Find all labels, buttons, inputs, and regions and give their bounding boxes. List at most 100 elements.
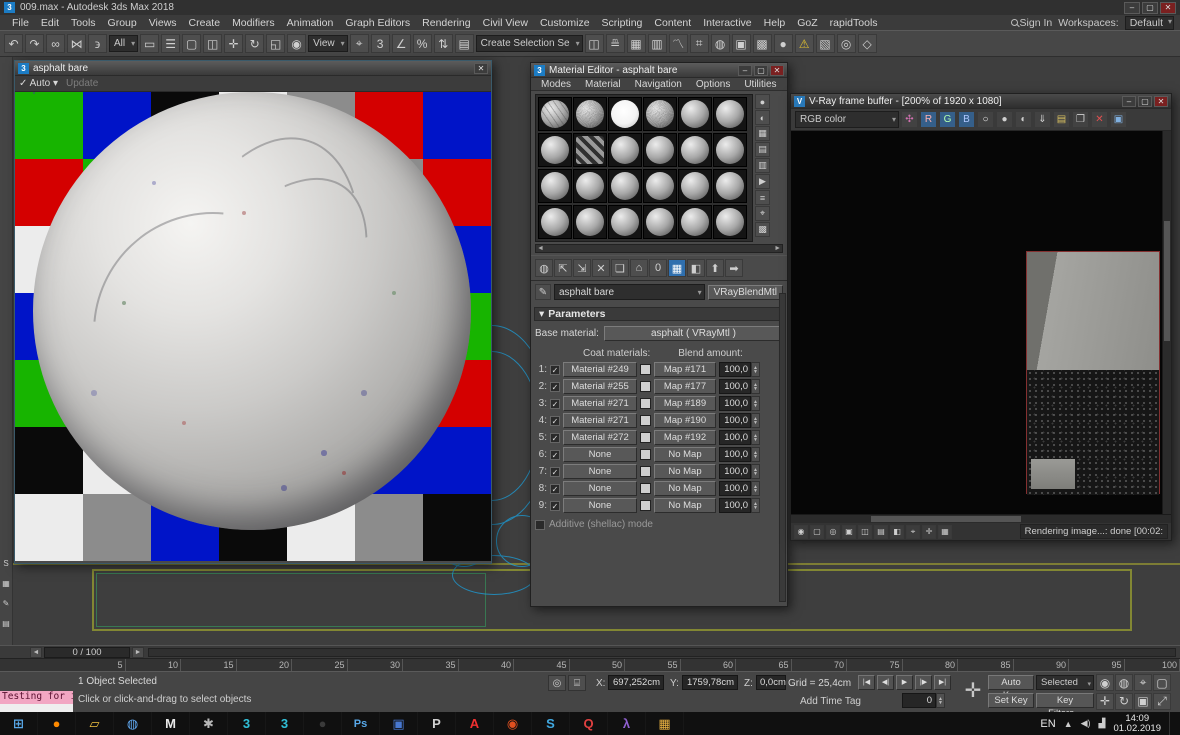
blend-color-swatch[interactable] xyxy=(640,415,651,426)
select-and-link-icon[interactable]: ∞ xyxy=(46,34,65,53)
vray-render-canvas[interactable] xyxy=(791,131,1171,514)
realeye-icon[interactable]: ◉ xyxy=(494,712,532,735)
spinner-arrows-icon[interactable]: ▲▼ xyxy=(751,379,760,394)
me-maximize-button[interactable]: ▢ xyxy=(754,65,768,76)
clock[interactable]: 14:09 01.02.2019 xyxy=(1113,714,1161,734)
isolate-selection-icon[interactable]: ◎ xyxy=(548,675,566,691)
undo-icon[interactable]: ↶ xyxy=(4,34,23,53)
region-render-icon[interactable]: ▢ xyxy=(810,525,824,539)
show-color-corrections-icon[interactable]: ✣ xyxy=(901,111,918,128)
sign-in[interactable]: Sign In xyxy=(1011,17,1053,29)
sample-tiling-icon[interactable]: ▤ xyxy=(755,142,770,157)
vray-minimize-button[interactable]: – xyxy=(1122,96,1136,107)
put-material-icon[interactable]: ⇱ xyxy=(554,259,572,277)
sample-slot[interactable] xyxy=(713,205,747,239)
stamp-icon[interactable]: ▣ xyxy=(1110,111,1127,128)
me-close-button[interactable]: ✕ xyxy=(770,65,784,76)
x-coordinate-field[interactable]: 697,252cm xyxy=(608,675,664,690)
behance-icon[interactable]: ▣ xyxy=(380,712,418,735)
workspace-dropdown[interactable]: Default xyxy=(1125,16,1174,30)
coat-material-button[interactable]: Material #255 xyxy=(563,379,637,394)
blend-map-button[interactable]: Map #171 xyxy=(654,362,716,377)
menu-rendering[interactable]: Rendering xyxy=(416,17,476,29)
sample-slot[interactable] xyxy=(643,169,677,203)
coat-enable-checkbox[interactable]: ✓ xyxy=(550,416,560,426)
go-to-end-icon[interactable]: ▶| xyxy=(934,675,951,690)
align-icon[interactable]: ≞ xyxy=(606,34,625,53)
auto-key-button[interactable]: Auto Key xyxy=(988,675,1034,690)
skype-icon[interactable]: S xyxy=(532,712,570,735)
background-icon[interactable]: ▦ xyxy=(755,126,770,141)
pick-material-icon[interactable]: ✎ xyxy=(535,284,551,300)
set-key-button[interactable]: Set Key xyxy=(988,693,1034,708)
orbit-icon[interactable]: ↻ xyxy=(1115,693,1133,710)
speaker-icon[interactable]: ◀) xyxy=(1081,718,1091,729)
sample-slot[interactable] xyxy=(573,169,607,203)
vray-maximize-button[interactable]: ▢ xyxy=(1138,96,1152,107)
spinner-arrows-icon[interactable]: ▲▼ xyxy=(751,430,760,445)
blend-color-swatch[interactable] xyxy=(640,381,651,392)
next-frame-button[interactable]: ► xyxy=(132,647,144,658)
network-icon[interactable]: ▟ xyxy=(1099,718,1106,729)
minimize-button[interactable]: – xyxy=(1124,2,1140,14)
spinner-arrows-icon[interactable]: ▲▼ xyxy=(751,447,760,462)
monochrome-icon[interactable]: ● xyxy=(996,111,1013,128)
language-indicator[interactable]: EN xyxy=(1040,718,1055,730)
select-and-move-icon[interactable]: ✛ xyxy=(224,34,243,53)
material-editor-scrollbar[interactable] xyxy=(779,293,786,602)
coat-material-button[interactable]: None xyxy=(563,447,637,462)
pan-view-icon[interactable]: ✛ xyxy=(1096,693,1114,710)
zoom-all-icon[interactable]: ◍ xyxy=(1115,674,1133,691)
coat-material-button[interactable]: Material #271 xyxy=(563,413,637,428)
coat-enable-checkbox[interactable]: ✓ xyxy=(550,399,560,409)
menu-civil-view[interactable]: Civil View xyxy=(477,17,534,29)
menu-edit[interactable]: Edit xyxy=(35,17,65,29)
render-production-icon[interactable]: ● xyxy=(774,34,793,53)
prev-frame-button[interactable]: ◄ xyxy=(30,647,42,658)
rectangular-selection-icon[interactable]: ▢ xyxy=(182,34,201,53)
put-to-library-icon[interactable]: ⌂ xyxy=(630,259,648,277)
edit-named-selection-icon[interactable]: ▤ xyxy=(455,34,474,53)
3dsmax-icon-2[interactable]: 3 xyxy=(266,712,304,735)
material-name-dropdown[interactable]: asphalt bare xyxy=(554,284,705,300)
coat-enable-checkbox[interactable]: ✓ xyxy=(550,501,560,511)
chrome-icon[interactable]: ◍ xyxy=(114,712,152,735)
named-selection-dropdown[interactable]: Create Selection Se xyxy=(476,35,583,52)
sample-slot[interactable] xyxy=(678,133,712,167)
key-filters-button[interactable]: Key Filters... xyxy=(1036,693,1094,708)
vray-horizontal-scrollbar[interactable] xyxy=(791,514,1171,523)
maximize-button[interactable]: ▢ xyxy=(1142,2,1158,14)
history-icon[interactable]: ▤ xyxy=(874,525,888,539)
sample-slot[interactable] xyxy=(643,205,677,239)
blend-amount-spinner[interactable]: 100,0▲▼ xyxy=(719,430,760,445)
sample-slot[interactable] xyxy=(573,97,607,131)
sample-slot[interactable] xyxy=(713,169,747,203)
blend-map-button[interactable]: No Map xyxy=(654,481,716,496)
menu-modifiers[interactable]: Modifiers xyxy=(226,17,281,29)
red-channel-icon[interactable]: R xyxy=(920,111,937,128)
blend-color-swatch[interactable] xyxy=(640,500,651,511)
blend-color-swatch[interactable] xyxy=(640,364,651,375)
go-to-parent-icon[interactable]: ⬆ xyxy=(706,259,724,277)
grid-helper-icon[interactable]: ▦ xyxy=(0,577,12,589)
make-preview-icon[interactable]: ▶ xyxy=(755,174,770,189)
coat-enable-checkbox[interactable]: ✓ xyxy=(550,450,560,460)
layers-mini-icon[interactable]: ▤ xyxy=(0,617,12,629)
material-editor-icon[interactable]: ◍ xyxy=(711,34,730,53)
blue-channel-icon[interactable]: B xyxy=(958,111,975,128)
render-setup-icon[interactable]: ▣ xyxy=(732,34,751,53)
menu-group[interactable]: Group xyxy=(102,17,143,29)
schematic-view-icon[interactable]: ⌗ xyxy=(690,34,709,53)
add-time-tag[interactable]: Add Time Tag xyxy=(800,696,861,707)
me-menu-options[interactable]: Options xyxy=(690,79,736,90)
reset-zoom-icon[interactable]: ▦ xyxy=(938,525,952,539)
vray-close-button[interactable]: ✕ xyxy=(1154,96,1168,107)
percent-snap-icon[interactable]: % xyxy=(413,34,432,53)
zoom-region-icon[interactable]: ▢ xyxy=(1153,674,1171,691)
me-menu-material[interactable]: Material xyxy=(579,79,627,90)
coat-material-button[interactable]: None xyxy=(563,498,637,513)
spinner-arrows-icon[interactable]: ▲▼ xyxy=(751,362,760,377)
sample-slot[interactable] xyxy=(643,133,677,167)
menu-create[interactable]: Create xyxy=(183,17,227,29)
unlink-selection-icon[interactable]: ⋈ xyxy=(67,34,86,53)
